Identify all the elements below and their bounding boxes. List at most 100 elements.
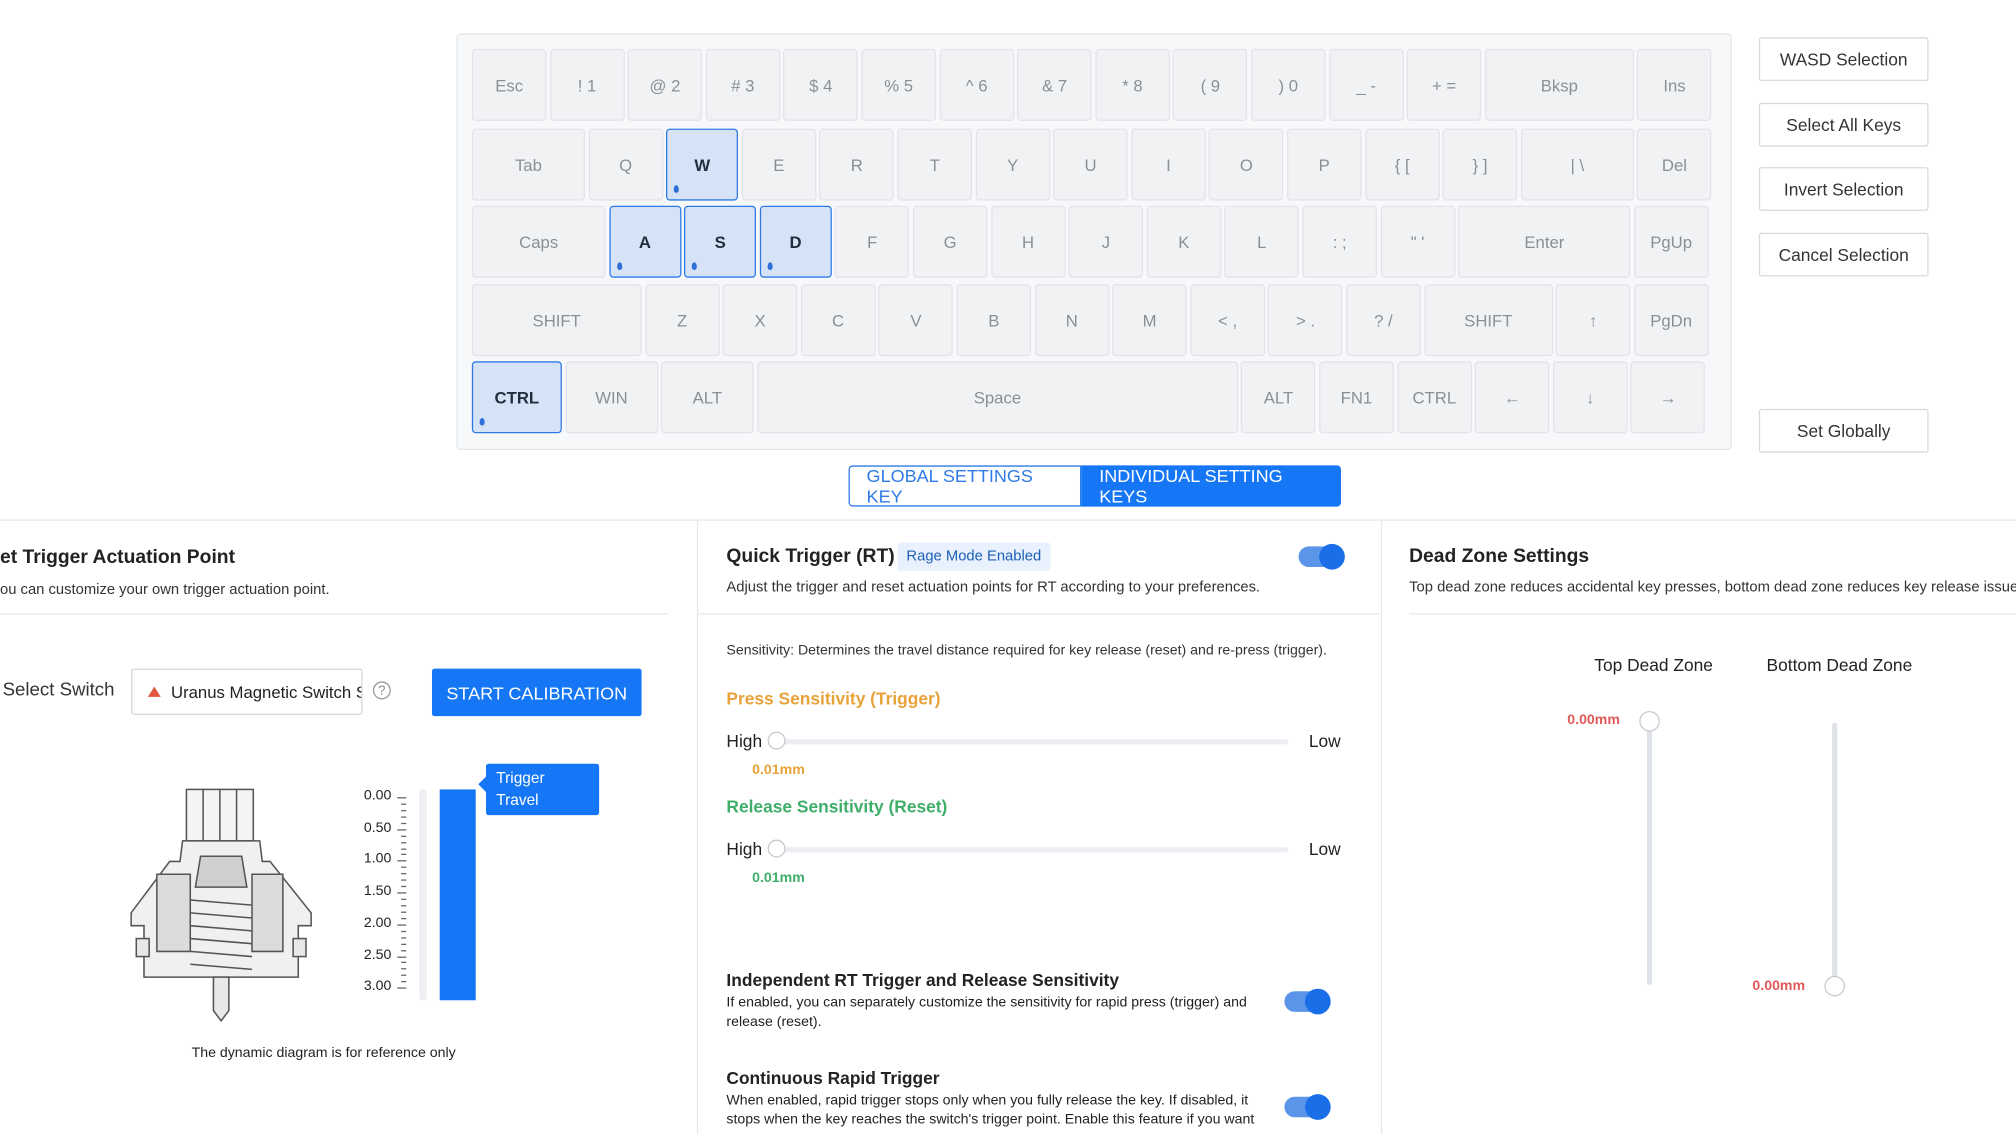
quick-trigger-toggle[interactable] <box>1298 543 1345 570</box>
key-0[interactable]: ) 0 <box>1250 48 1326 121</box>
key-b[interactable]: B <box>956 284 1032 357</box>
key-fn1[interactable]: FN1 <box>1319 361 1394 434</box>
key-4[interactable]: $ 4 <box>783 48 859 121</box>
key-9[interactable]: ( 9 <box>1173 48 1248 121</box>
key-r[interactable]: R <box>819 128 895 201</box>
cancel-selection-button[interactable]: Cancel Selection <box>1758 232 1929 277</box>
key-[interactable]: ↓ <box>1552 361 1628 434</box>
key-[interactable]: ? / <box>1346 284 1421 357</box>
key-del[interactable]: Del <box>1637 128 1712 201</box>
key-[interactable]: + = <box>1406 48 1482 121</box>
press-sensitivity-track[interactable] <box>773 739 1289 745</box>
key-[interactable]: : ; <box>1302 205 1377 278</box>
key-ins[interactable]: Ins <box>1637 48 1712 121</box>
bottom-dead-zone-thumb[interactable] <box>1824 975 1845 997</box>
key-[interactable]: } ] <box>1442 128 1518 201</box>
actuation-description: ou can customize your own trigger actuat… <box>0 582 330 598</box>
key-[interactable]: _ - <box>1328 48 1404 121</box>
key-1[interactable]: ! 1 <box>549 48 625 121</box>
key-a[interactable]: A <box>608 205 681 278</box>
top-dead-zone-thumb[interactable] <box>1639 710 1660 732</box>
key-[interactable]: ↑ <box>1555 284 1631 357</box>
key-shift[interactable]: SHIFT <box>471 284 642 357</box>
key-v[interactable]: V <box>878 284 954 357</box>
key-m[interactable]: M <box>1112 284 1187 357</box>
key-o[interactable]: O <box>1209 128 1284 201</box>
key-label: SHIFT <box>1464 310 1513 330</box>
key-7[interactable]: & 7 <box>1017 48 1092 121</box>
key-6[interactable]: ^ 6 <box>939 48 1014 121</box>
bottom-dead-zone-track[interactable] <box>1832 722 1838 985</box>
key-z[interactable]: Z <box>644 284 720 357</box>
invert-selection-button[interactable]: Invert Selection <box>1758 167 1929 211</box>
key-pgdn[interactable]: PgDn <box>1633 284 1709 357</box>
key-[interactable]: " ' <box>1380 205 1455 278</box>
key-label: U <box>1084 154 1097 175</box>
switch-select[interactable]: Uranus Magnetic Switch Sta <box>131 668 363 715</box>
key-ctrl[interactable]: CTRL <box>1397 361 1472 434</box>
key-caps[interactable]: Caps <box>471 205 606 278</box>
settings-tabs: GLOBAL SETTINGS KEY INDIVIDUAL SETTING K… <box>848 465 1341 507</box>
key-8[interactable]: * 8 <box>1095 48 1170 121</box>
key-shift[interactable]: SHIFT <box>1424 284 1553 357</box>
trigger-travel-bar[interactable] <box>439 789 476 1001</box>
tab-global-settings-key[interactable]: GLOBAL SETTINGS KEY <box>848 465 1082 507</box>
key-n[interactable]: N <box>1034 284 1110 357</box>
key-p[interactable]: P <box>1286 128 1362 201</box>
tab-individual-setting-keys[interactable]: INDIVIDUAL SETTING KEYS <box>1081 465 1341 507</box>
key-y[interactable]: Y <box>975 128 1050 201</box>
key-q[interactable]: Q <box>588 128 663 201</box>
key-enter[interactable]: Enter <box>1458 205 1631 278</box>
key-5[interactable]: % 5 <box>861 48 936 121</box>
key-alt[interactable]: ALT <box>1241 361 1316 434</box>
key-w[interactable]: W <box>666 128 739 201</box>
key-j[interactable]: J <box>1068 205 1144 278</box>
key-e[interactable]: E <box>741 128 817 201</box>
key-h[interactable]: H <box>990 205 1066 278</box>
key-label: + = <box>1431 75 1457 95</box>
key-win[interactable]: WIN <box>565 361 658 434</box>
continuous-rapid-trigger-toggle[interactable] <box>1284 1094 1331 1120</box>
release-sensitivity-thumb[interactable] <box>767 839 786 858</box>
key-k[interactable]: K <box>1146 205 1222 278</box>
key-2[interactable]: @ 2 <box>627 48 703 121</box>
start-calibration-button[interactable]: START CALIBRATION <box>431 668 642 717</box>
scale-tick <box>401 917 407 920</box>
key-tab[interactable]: Tab <box>471 128 585 201</box>
key-d[interactable]: D <box>759 205 832 278</box>
key-l[interactable]: L <box>1224 205 1300 278</box>
key-s[interactable]: S <box>684 205 757 278</box>
key-[interactable]: < , <box>1190 284 1265 357</box>
key-c[interactable]: C <box>800 284 876 357</box>
key-[interactable]: > . <box>1268 284 1343 357</box>
switch-select-value: Uranus Magnetic Switch Sta <box>170 682 363 702</box>
key-i[interactable]: I <box>1131 128 1206 201</box>
key-g[interactable]: G <box>912 205 988 278</box>
key-bksp[interactable]: Bksp <box>1484 48 1634 121</box>
key-alt[interactable]: ALT <box>661 361 754 434</box>
key-ctrl[interactable]: CTRL <box>471 361 562 434</box>
press-sensitivity-thumb[interactable] <box>767 731 786 750</box>
release-sensitivity-track[interactable] <box>773 847 1289 853</box>
key-space[interactable]: Space <box>757 361 1238 434</box>
key-label: Q <box>619 154 633 175</box>
key-[interactable]: | \ <box>1520 128 1634 201</box>
scale-tick <box>401 835 407 837</box>
key-t[interactable]: T <box>897 128 972 201</box>
wasd-selection-button[interactable]: WASD Selection <box>1758 37 1929 81</box>
scale-label: 1.00 <box>363 851 392 868</box>
key-[interactable]: ← <box>1474 361 1550 434</box>
key-esc[interactable]: Esc <box>471 48 547 121</box>
key-[interactable]: { [ <box>1364 128 1440 201</box>
key-[interactable]: → <box>1630 361 1706 434</box>
select-all-keys-button[interactable]: Select All Keys <box>1758 102 1929 147</box>
key-3[interactable]: # 3 <box>705 48 781 121</box>
independent-rt-toggle[interactable] <box>1284 988 1331 1015</box>
set-globally-button[interactable]: Set Globally <box>1758 408 1929 453</box>
key-u[interactable]: U <box>1053 128 1128 201</box>
top-dead-zone-track[interactable] <box>1646 722 1653 985</box>
key-f[interactable]: F <box>834 205 910 278</box>
help-icon[interactable]: ? <box>372 681 391 700</box>
key-x[interactable]: X <box>722 284 798 357</box>
key-pgup[interactable]: PgUp <box>1633 205 1709 278</box>
